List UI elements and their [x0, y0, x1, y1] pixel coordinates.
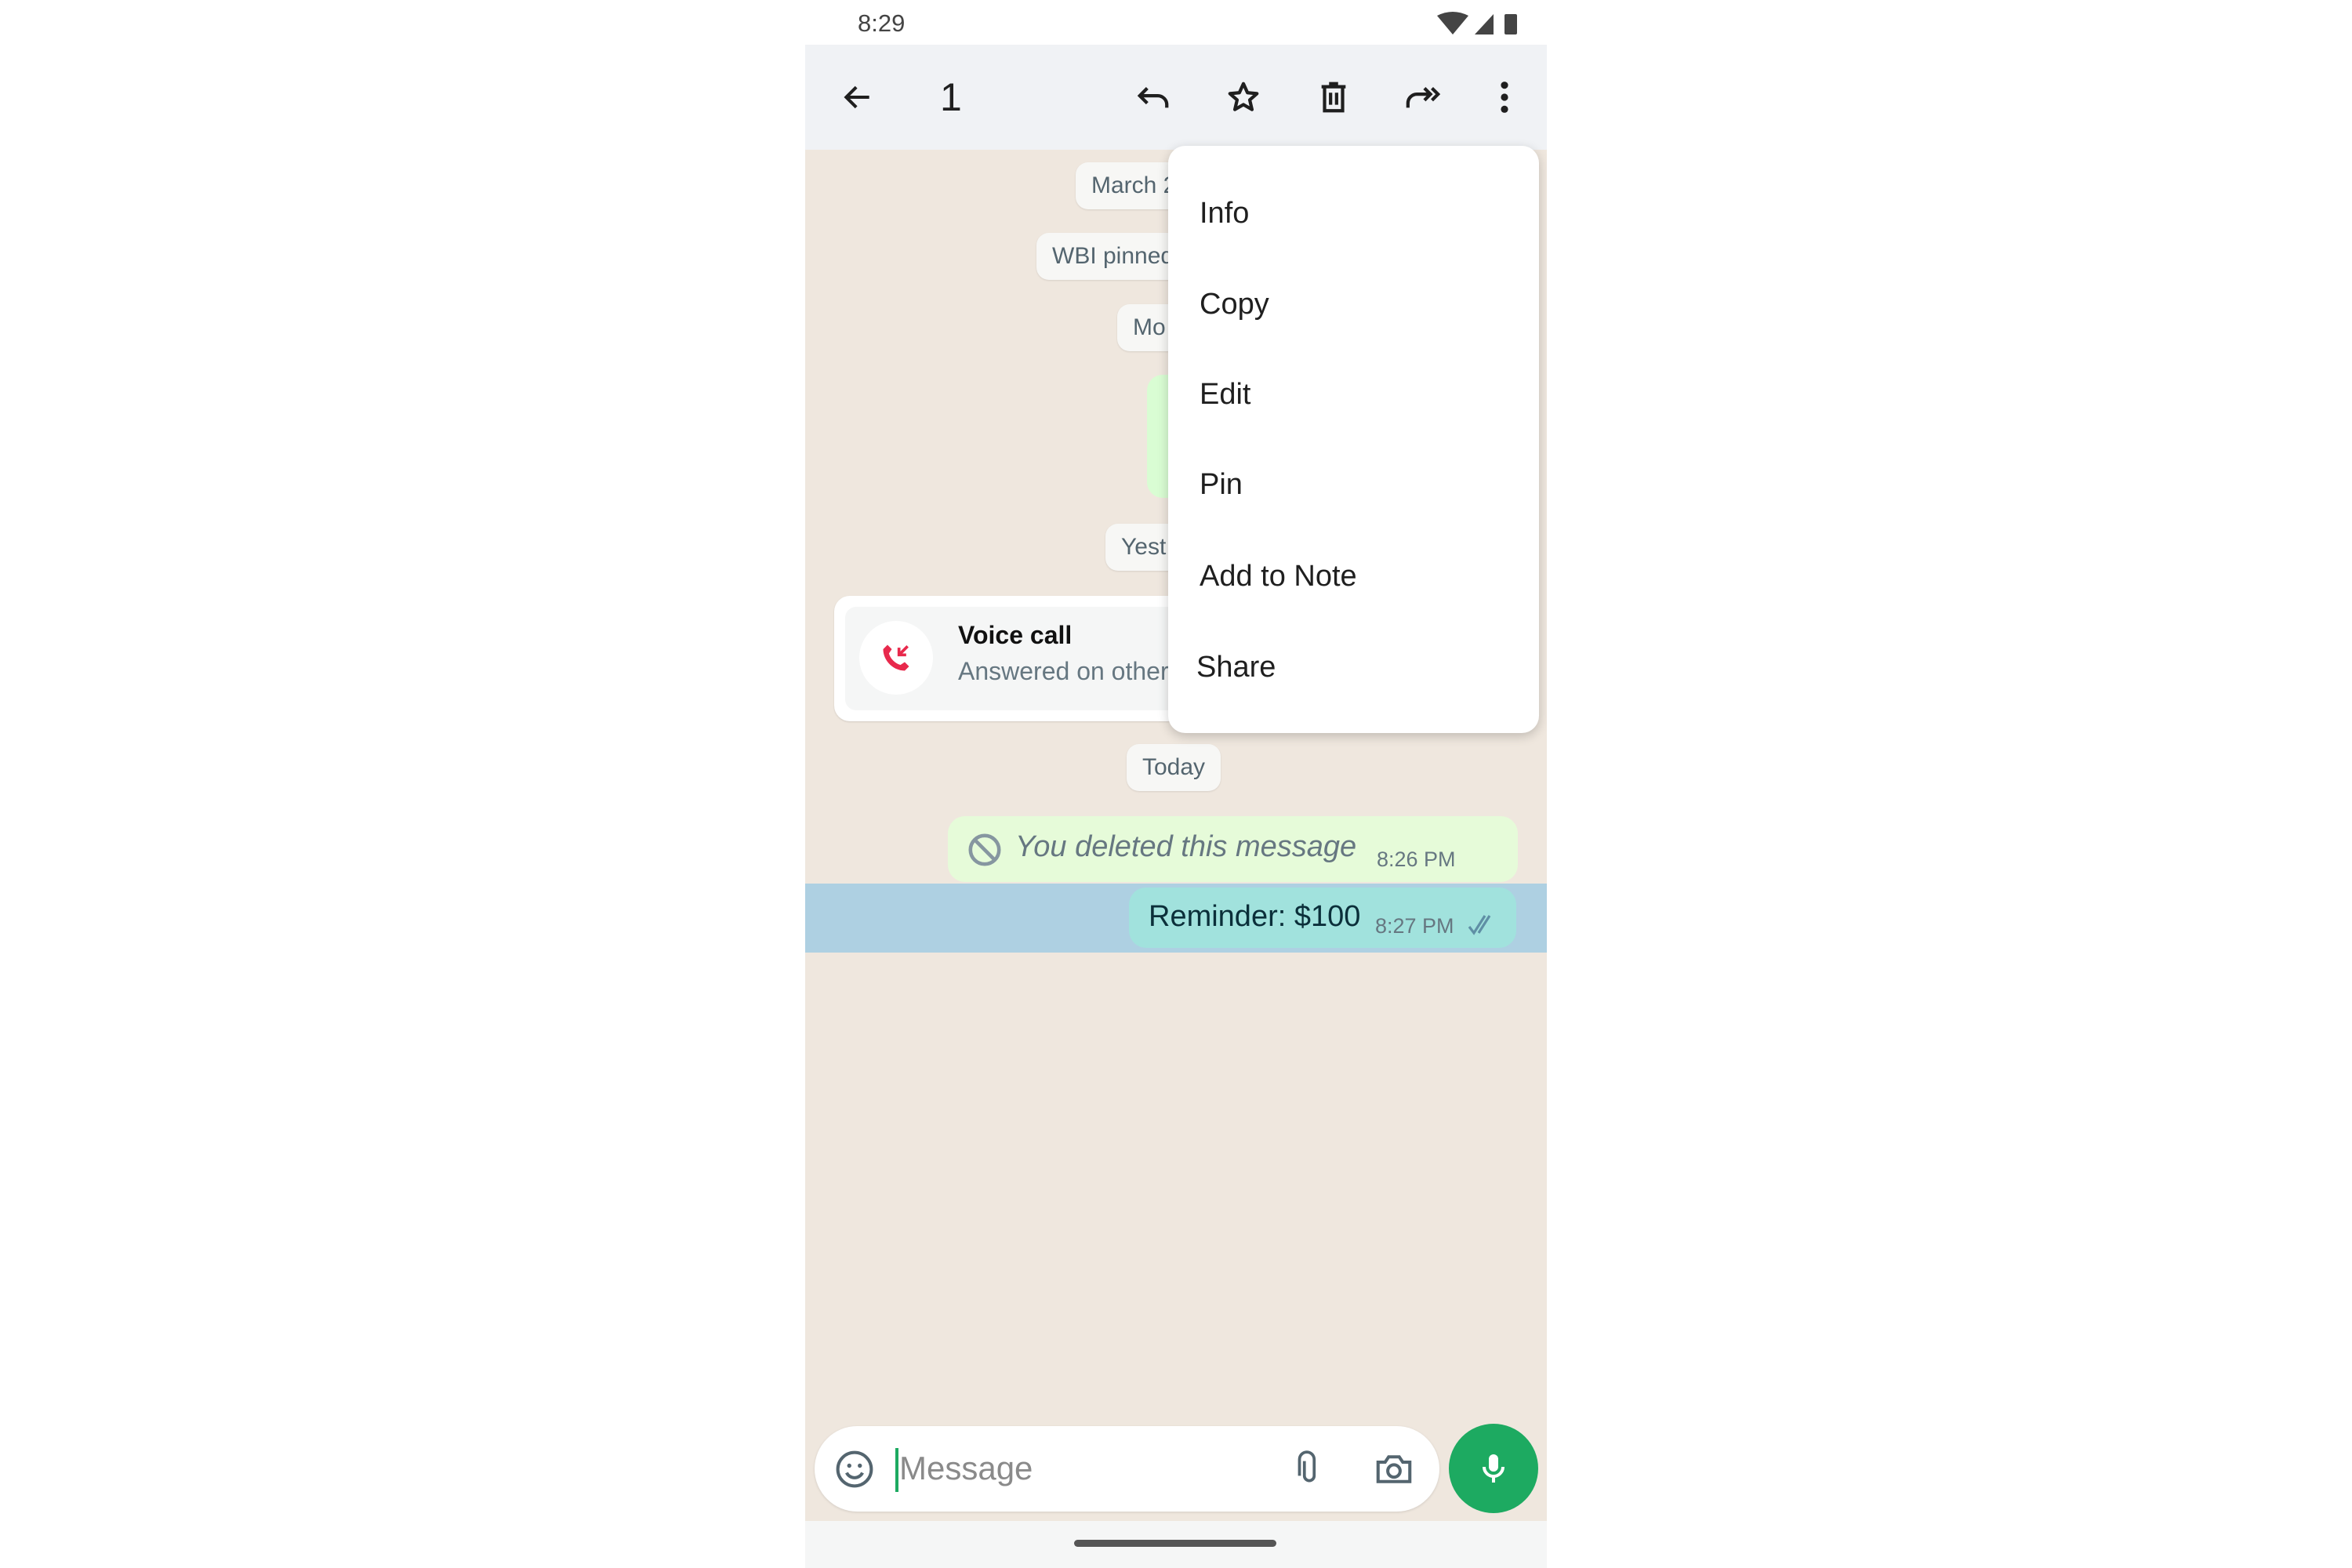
message-composer[interactable]: Message [815, 1426, 1439, 1512]
menu-item-add-to-note[interactable]: Add to Note [1168, 531, 1539, 622]
signal-icon [1475, 14, 1494, 34]
status-time: 8:29 [858, 9, 906, 37]
more-vert-icon[interactable] [1485, 78, 1524, 117]
incoming-call-icon [859, 621, 933, 695]
message-text: Reminder: $100 [1149, 900, 1361, 933]
menu-item-copy[interactable]: Copy [1168, 259, 1539, 350]
system-message-pinned: WBI pinned [1036, 233, 1190, 280]
read-receipt-icon [1468, 915, 1491, 935]
message-input[interactable]: Message [899, 1450, 1033, 1487]
delete-icon[interactable] [1314, 78, 1353, 117]
back-arrow-icon[interactable] [838, 78, 877, 117]
selection-toolbar: 1 [805, 45, 1547, 150]
blocked-icon [968, 833, 1001, 866]
menu-item-info[interactable]: Info [1168, 168, 1539, 259]
message-time: 8:26 PM [1377, 848, 1456, 871]
reply-icon[interactable] [1134, 78, 1173, 117]
home-indicator[interactable] [1074, 1540, 1276, 1547]
battery-icon [1504, 14, 1517, 34]
forward-icon[interactable] [1403, 78, 1443, 117]
wifi-icon [1437, 12, 1468, 34]
date-chip-today: Today [1127, 744, 1221, 791]
message-time: 8:27 PM [1375, 914, 1454, 938]
menu-item-edit[interactable]: Edit [1168, 349, 1539, 440]
status-bar: 8:29 [805, 0, 1547, 45]
selected-count: 1 [940, 75, 962, 119]
selected-message-bubble[interactable]: Reminder: $100 8:27 PM [1129, 887, 1516, 948]
navigation-bar [805, 1521, 1547, 1568]
mic-icon [1483, 1454, 1504, 1483]
call-subtitle: Answered on other [958, 657, 1169, 685]
emoji-icon[interactable] [833, 1448, 876, 1490]
call-title: Voice call [958, 621, 1073, 649]
deleted-message-bubble[interactable]: You deleted this message 8:26 PM [948, 816, 1518, 882]
star-icon[interactable] [1224, 78, 1263, 117]
phone-screen: 8:29 1 March 2 WBI pinned Mo Yest Voice … [805, 0, 1547, 1568]
menu-item-pin[interactable]: Pin [1168, 439, 1539, 530]
attach-icon[interactable] [1290, 1448, 1329, 1490]
message-text: You deleted this message [1015, 830, 1357, 863]
context-menu: Info Copy Edit Pin Add to Note Share [1168, 146, 1539, 733]
status-icons [1437, 12, 1517, 34]
camera-icon[interactable] [1373, 1448, 1415, 1490]
menu-item-share[interactable]: Share [1168, 622, 1539, 713]
text-caret [895, 1448, 898, 1492]
voice-record-button[interactable] [1449, 1424, 1538, 1513]
